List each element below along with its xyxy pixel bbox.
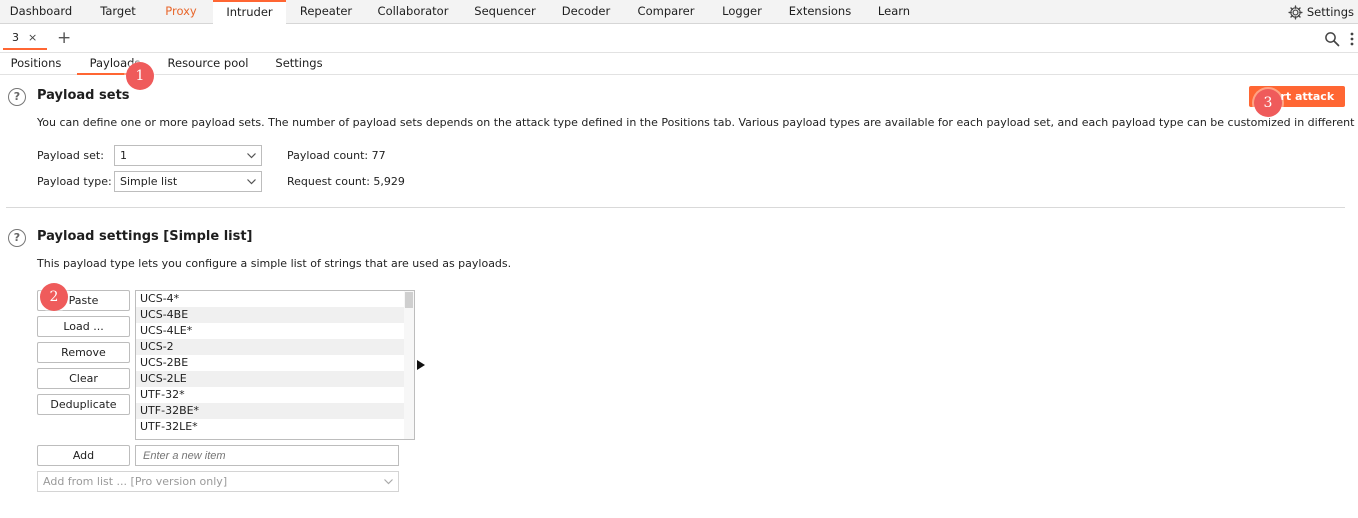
- tab-comparer[interactable]: Comparer: [628, 0, 704, 24]
- global-settings-button[interactable]: Settings: [1288, 0, 1354, 24]
- chevron-down-icon: [384, 479, 393, 485]
- list-scrollbar[interactable]: [404, 291, 414, 439]
- attack-tab-3[interactable]: 3 ×: [3, 28, 47, 50]
- tab-resource-pool[interactable]: Resource pool: [160, 53, 256, 75]
- step-badge-1: 1: [126, 62, 154, 90]
- tab-decoder[interactable]: Decoder: [552, 0, 620, 24]
- tab-settings[interactable]: Settings: [266, 53, 332, 75]
- tab-learn[interactable]: Learn: [868, 0, 920, 24]
- list-item[interactable]: UCS-2: [136, 339, 404, 355]
- payload-type-select[interactable]: Simple list: [114, 171, 262, 192]
- tab-logger[interactable]: Logger: [712, 0, 772, 24]
- tab-extensions[interactable]: Extensions: [780, 0, 860, 24]
- payload-set-value: 1: [120, 149, 127, 162]
- tab-dashboard[interactable]: Dashboard: [2, 0, 80, 24]
- request-count-value: 5,929: [373, 175, 405, 188]
- attack-tab-bar: 3 × +: [0, 25, 1358, 53]
- main-tab-bar: Dashboard Target Proxy Intruder Repeater…: [0, 0, 1358, 24]
- list-item[interactable]: UCS-4LE*: [136, 323, 404, 339]
- settings-label: Settings: [1306, 5, 1354, 19]
- section-divider: [6, 207, 1345, 208]
- close-icon[interactable]: ×: [28, 28, 37, 48]
- chevron-down-icon: [247, 179, 256, 185]
- tab-intruder[interactable]: Intruder: [213, 0, 286, 24]
- new-item-input[interactable]: [135, 445, 399, 466]
- payload-type-label: Payload type:: [37, 175, 112, 188]
- list-item[interactable]: UCS-2LE: [136, 371, 404, 387]
- payload-count-value: 77: [371, 149, 386, 162]
- tab-sequencer[interactable]: Sequencer: [466, 0, 544, 24]
- list-item[interactable]: UCS-4BE: [136, 307, 404, 323]
- remove-button[interactable]: Remove: [37, 342, 130, 363]
- clear-button[interactable]: Clear: [37, 368, 130, 389]
- list-item[interactable]: UTF-32LE*: [136, 419, 404, 435]
- add-button[interactable]: Add: [37, 445, 130, 466]
- payload-set-label: Payload set:: [37, 149, 104, 162]
- help-icon[interactable]: ?: [8, 229, 26, 247]
- tab-positions[interactable]: Positions: [3, 53, 69, 75]
- tab-proxy[interactable]: Proxy: [154, 0, 208, 24]
- mouse-cursor-icon: [417, 360, 425, 370]
- step-badge-3: 3: [1254, 89, 1282, 117]
- tab-collaborator[interactable]: Collaborator: [368, 0, 458, 24]
- new-tab-button[interactable]: +: [57, 27, 71, 49]
- payload-sets-title: Payload sets: [37, 88, 130, 103]
- more-options-icon[interactable]: [1349, 31, 1355, 47]
- payload-settings-description: This payload type lets you configure a s…: [37, 257, 512, 270]
- add-from-list-value: Add from list ... [Pro version only]: [43, 475, 228, 488]
- step-badge-2: 2: [40, 283, 68, 311]
- list-item[interactable]: UCS-2BE: [136, 355, 404, 371]
- request-count: Request count: 5,929: [287, 175, 405, 188]
- help-icon[interactable]: ?: [8, 88, 26, 106]
- scrollbar-thumb[interactable]: [405, 292, 413, 308]
- list-item[interactable]: UTF-32BE*: [136, 403, 404, 419]
- tab-repeater[interactable]: Repeater: [290, 0, 362, 24]
- list-item[interactable]: UCS-4*: [136, 291, 404, 307]
- payload-count-label: Payload count:: [287, 149, 369, 162]
- payload-count: Payload count: 77: [287, 149, 386, 162]
- gear-icon: [1288, 4, 1303, 20]
- payload-type-value: Simple list: [120, 175, 178, 188]
- list-item[interactable]: UTF-32*: [136, 387, 404, 403]
- search-icon[interactable]: [1324, 31, 1340, 47]
- request-count-label: Request count:: [287, 175, 370, 188]
- payload-settings-title: Payload settings [Simple list]: [37, 229, 253, 244]
- payload-list[interactable]: UCS-4* UCS-4BE UCS-4LE* UCS-2 UCS-2BE UC…: [135, 290, 415, 440]
- chevron-down-icon: [247, 153, 256, 159]
- tab-target[interactable]: Target: [86, 0, 150, 24]
- intruder-sub-tabs: Positions Payloads Resource pool Setting…: [0, 53, 1358, 75]
- payload-set-select[interactable]: 1: [114, 145, 262, 166]
- payload-sets-description: You can define one or more payload sets.…: [37, 116, 1358, 129]
- deduplicate-button[interactable]: Deduplicate: [37, 394, 130, 415]
- attack-tab-label: 3: [12, 31, 19, 44]
- load-button[interactable]: Load ...: [37, 316, 130, 337]
- add-from-list-select: Add from list ... [Pro version only]: [37, 471, 399, 492]
